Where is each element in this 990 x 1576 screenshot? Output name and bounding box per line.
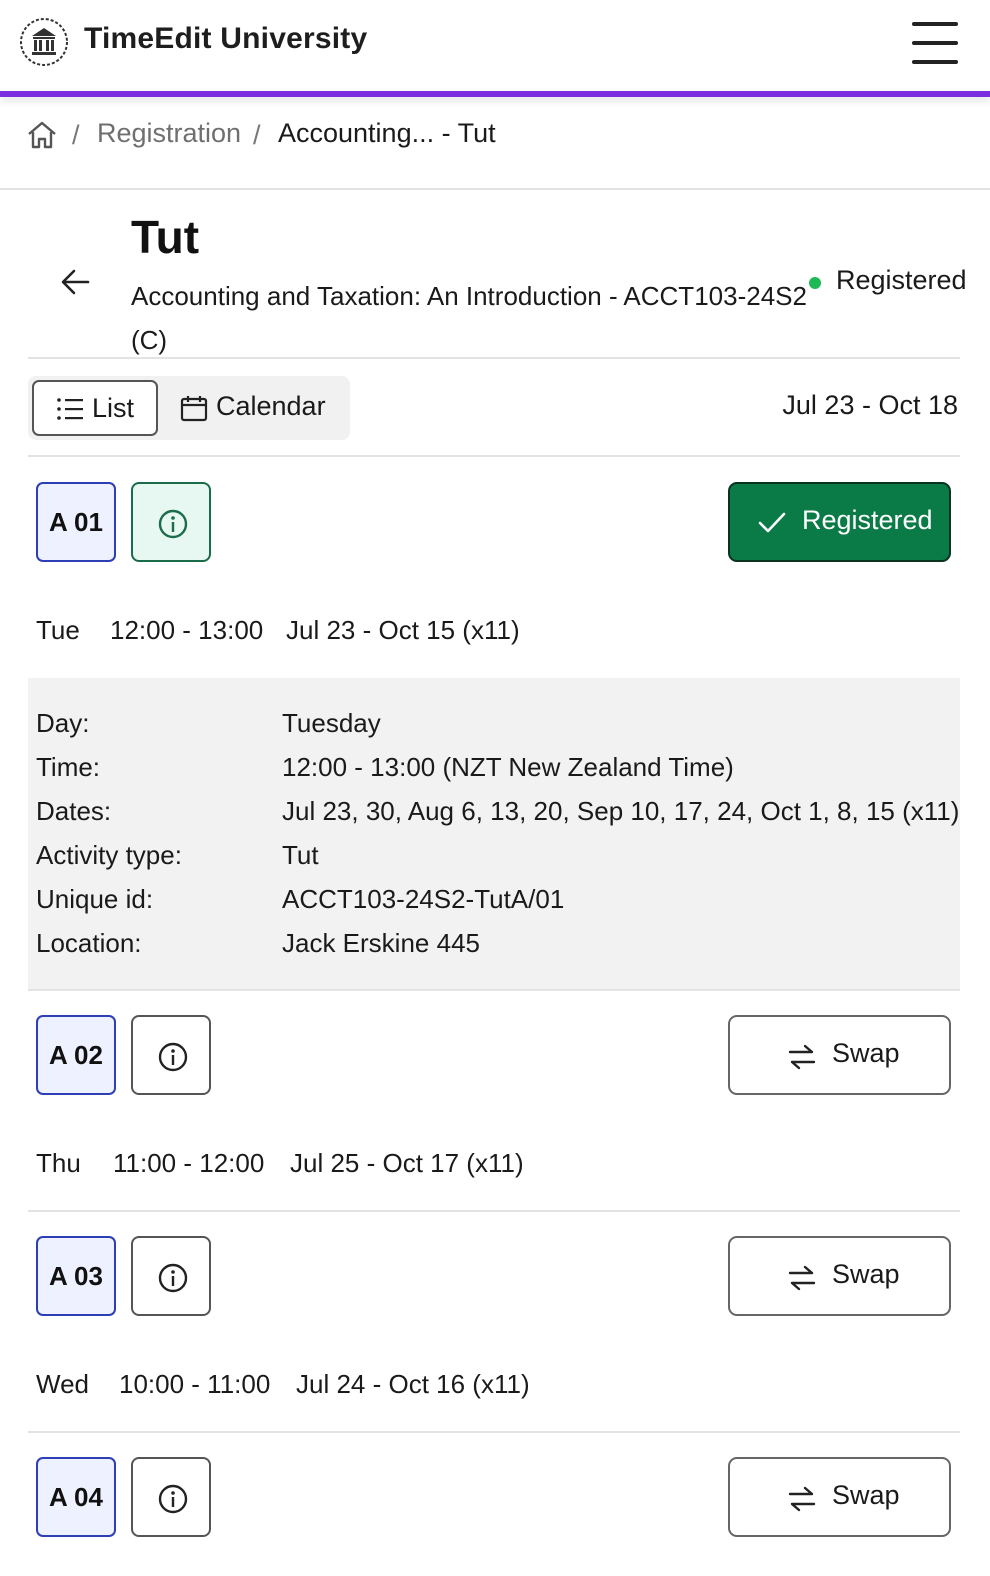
group-dates: Jul 23 - Oct 15 (x11) [286, 615, 520, 645]
group-dates: Jul 25 - Oct 17 (x11) [290, 1148, 524, 1178]
info-icon [158, 1484, 188, 1514]
swap-button[interactable]: Swap [728, 1457, 951, 1537]
divider [28, 357, 960, 359]
course-subtitle: Accounting and Taxation: An Introduction… [131, 281, 807, 355]
date-range: Jul 23 - Oct 18 [782, 390, 958, 420]
registration-status: Registered [836, 265, 967, 295]
detail-value: Tuesday [282, 708, 381, 738]
breadcrumb-separator: / [253, 120, 261, 150]
group-badge[interactable]: A 03 [36, 1236, 116, 1316]
divider [28, 1210, 960, 1212]
calendar-view-label: Calendar [216, 391, 326, 421]
detail-row-activity-type: Activity type: Tut [36, 840, 956, 884]
swap-arrows-icon [788, 1486, 816, 1512]
breadcrumb-separator: / [72, 120, 80, 150]
status-dot-icon [809, 277, 821, 289]
group-badge[interactable]: A 04 [36, 1457, 116, 1537]
swap-button[interactable]: Swap [728, 1236, 951, 1316]
info-button[interactable] [131, 482, 211, 562]
breadcrumb: / Registration / Accounting... - Tut [0, 98, 990, 190]
detail-value: Tut [282, 840, 319, 870]
info-button[interactable] [131, 1015, 211, 1095]
detail-label: Location: [36, 928, 142, 958]
header-accent-line [0, 91, 990, 97]
group-day: Thu [36, 1148, 81, 1178]
brand-name[interactable]: TimeEdit University [84, 22, 367, 56]
group-dates: Jul 24 - Oct 16 (x11) [296, 1369, 530, 1399]
list-view-button[interactable]: List [32, 380, 158, 436]
breadcrumb-registration[interactable]: Registration [97, 118, 241, 149]
checkmark-icon [758, 512, 786, 533]
registered-button-label: Registered [802, 505, 933, 535]
back-arrow-icon[interactable] [58, 266, 94, 298]
university-seal-icon[interactable] [16, 16, 72, 68]
breadcrumb-current: Accounting... - Tut [278, 118, 496, 148]
page-title: Tut [131, 211, 200, 263]
list-icon [57, 398, 83, 420]
group-time: 12:00 - 13:00 [110, 615, 264, 645]
hamburger-menu-icon[interactable] [912, 22, 958, 64]
info-icon [158, 1042, 188, 1072]
detail-row-day: Day: Tuesday [36, 708, 956, 752]
detail-label: Dates: [36, 796, 112, 826]
info-button[interactable] [131, 1457, 211, 1537]
info-icon [158, 1263, 188, 1293]
calendar-icon [180, 396, 208, 422]
swap-button-label: Swap [832, 1259, 900, 1289]
group-day: Tue [36, 615, 80, 645]
divider [28, 1431, 960, 1433]
detail-value: Jul 23, 30, Aug 6, 13, 20, Sep 10, 17, 2… [282, 796, 960, 826]
info-icon [158, 509, 188, 539]
group-time: 10:00 - 11:00 [119, 1369, 271, 1399]
detail-value: Jack Erskine 445 [282, 928, 480, 958]
detail-value: ACCT103-24S2-TutA/01 [282, 884, 565, 914]
group-badge[interactable]: A 02 [36, 1015, 116, 1095]
swap-button-label: Swap [832, 1038, 900, 1068]
swap-button[interactable]: Swap [728, 1015, 951, 1095]
calendar-view-button[interactable]: Calendar [178, 380, 346, 436]
detail-row-time: Time: 12:00 - 13:00 (NZT New Zealand Tim… [36, 752, 956, 796]
swap-arrows-icon [788, 1265, 816, 1291]
group-badge[interactable]: A 01 [36, 482, 116, 562]
detail-value: 12:00 - 13:00 (NZT New Zealand Time) [282, 752, 734, 782]
detail-label: Day: [36, 708, 90, 738]
detail-row-unique-id: Unique id: ACCT103-24S2-TutA/01 [36, 884, 956, 928]
detail-row-location: Location: Jack Erskine 445 [36, 928, 956, 972]
registered-button[interactable]: Registered [728, 482, 951, 562]
home-icon[interactable] [26, 120, 58, 150]
swap-button-label: Swap [832, 1480, 900, 1510]
list-view-label: List [92, 393, 135, 423]
detail-label: Unique id: [36, 884, 154, 914]
group-details-panel: Day: Tuesday Time: 12:00 - 13:00 (NZT Ne… [28, 678, 960, 990]
divider [28, 989, 960, 991]
detail-label: Time: [36, 752, 101, 782]
detail-label: Activity type: [36, 840, 182, 870]
group-day: Wed [36, 1369, 89, 1399]
detail-row-dates: Dates: Jul 23, 30, Aug 6, 13, 20, Sep 10… [36, 796, 960, 840]
info-button[interactable] [131, 1236, 211, 1316]
group-time: 11:00 - 12:00 [113, 1148, 265, 1178]
app-header: TimeEdit University [0, 0, 990, 92]
swap-arrows-icon [788, 1044, 816, 1070]
view-toggle: List Calendar [28, 376, 350, 440]
divider [28, 455, 960, 457]
